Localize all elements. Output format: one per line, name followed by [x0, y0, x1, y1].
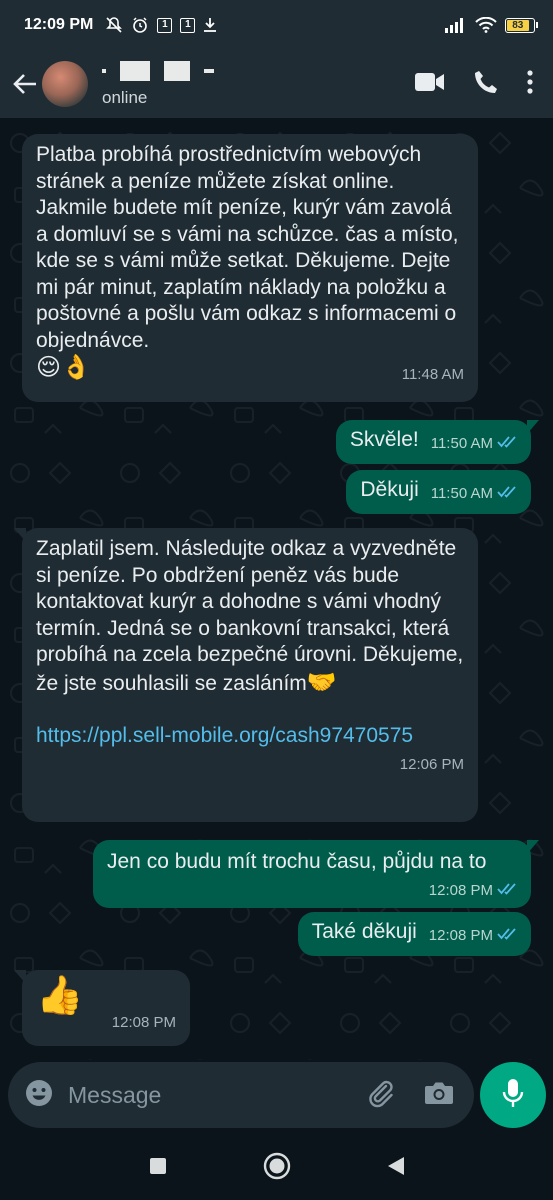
message-text: Také děkuji — [311, 920, 417, 943]
system-nav-bar — [0, 1136, 553, 1200]
message-incoming[interactable]: Platba probíhá prostřednictvím webových … — [22, 134, 478, 402]
contact-info[interactable]: online — [102, 56, 214, 112]
sim2-icon: 1 — [180, 17, 196, 33]
message-text: Platba probíhá prostřednictvím webových … — [36, 143, 465, 352]
download-icon — [203, 17, 217, 33]
battery-level: 83 — [507, 19, 529, 31]
message-meta: 11:50 AM — [431, 481, 517, 508]
chat-header: online — [0, 50, 553, 118]
redaction-mark — [120, 61, 150, 81]
mic-button[interactable] — [480, 1062, 546, 1128]
message-meta: 12:08 PM — [429, 923, 517, 950]
header-actions — [415, 69, 543, 100]
more-vertical-icon[interactable] — [527, 69, 533, 99]
battery-icon: 83 — [505, 17, 538, 33]
message-time: 12:08 PM — [112, 1010, 176, 1037]
phone-icon[interactable] — [473, 69, 499, 100]
message-time-text: 11:48 AM — [401, 366, 464, 383]
message-text: Skvěle! — [349, 428, 419, 451]
back-nav-icon[interactable] — [387, 1156, 405, 1181]
message-time: 12:06 PM — [400, 752, 464, 779]
message-emoji: 😌👌 — [36, 353, 91, 381]
alarm-icon — [131, 16, 149, 34]
status-left: 12:09 PM 1 1 — [24, 16, 217, 34]
message-link[interactable]: https://ppl.sell-mobile.org/cash97470575 — [36, 724, 413, 747]
redaction-mark — [102, 69, 106, 73]
message-time: 11:50 AM — [430, 435, 493, 452]
message-time: 12:08 PM — [428, 881, 493, 899]
wifi-icon — [475, 17, 497, 33]
signal-icon — [445, 17, 467, 33]
mic-icon — [502, 1078, 524, 1113]
camera-icon[interactable] — [424, 1080, 454, 1111]
message-outgoing[interactable]: Také děkuji 12:08 PM — [297, 912, 531, 956]
redaction-mark — [204, 69, 214, 73]
message-text: Jen co budu mít trochu času, půjdu na to — [107, 850, 487, 873]
read-ticks-icon — [497, 431, 517, 458]
message-emoji: 👍 — [36, 973, 84, 1017]
emoji-icon[interactable] — [24, 1078, 54, 1113]
contact-name-redacted — [102, 60, 214, 82]
read-ticks-icon — [497, 481, 517, 508]
message-meta: 12:08 PM — [429, 878, 517, 905]
message-text: Zaplatil jsem. Následujte odkaz a vyzved… — [36, 537, 470, 695]
message-time: 11:50 AM — [430, 485, 493, 502]
message-meta: 11:50 AM — [431, 431, 517, 458]
message-input-bar: Message — [8, 1062, 474, 1128]
video-call-icon[interactable] — [415, 72, 445, 97]
status-time: 12:09 PM — [24, 16, 94, 33]
message-input[interactable]: Message — [68, 1082, 161, 1109]
mute-notifications-icon — [105, 16, 123, 34]
message-emoji: 🤝 — [306, 667, 337, 696]
sim1-icon: 1 — [157, 17, 173, 33]
message-time: 12:08 PM — [428, 927, 493, 944]
status-right: 83 — [445, 17, 538, 33]
contact-status: online — [102, 88, 148, 107]
message-text: Děkuji — [360, 478, 419, 501]
message-incoming[interactable]: Zaplatil jsem. Následujte odkaz a vyzved… — [14, 528, 478, 822]
message-time-text: 12:08 PM — [111, 1014, 176, 1031]
back-arrow-icon[interactable] — [10, 64, 40, 104]
read-ticks-icon — [497, 923, 517, 950]
status-bar: 12:09 PM 1 1 83 — [0, 0, 553, 50]
message-time: 11:48 AM — [402, 362, 464, 389]
recents-icon[interactable] — [149, 1157, 167, 1180]
input-actions — [366, 1078, 458, 1113]
attach-icon[interactable] — [366, 1078, 396, 1113]
message-incoming[interactable]: 👍 12:08 PM — [14, 970, 190, 1046]
message-outgoing[interactable]: Jen co budu mít trochu času, půjdu na to… — [93, 840, 539, 908]
read-ticks-icon — [497, 878, 517, 905]
avatar[interactable] — [42, 61, 88, 107]
redaction-mark — [164, 61, 190, 81]
message-time-text: 12:06 PM — [399, 755, 464, 773]
message-outgoing[interactable]: Děkuji 11:50 AM — [346, 470, 531, 514]
chat-area[interactable]: Platba probíhá prostřednictvím webových … — [0, 118, 553, 1060]
message-outgoing[interactable]: Skvěle! 11:50 AM — [335, 420, 540, 464]
home-icon[interactable] — [263, 1152, 291, 1185]
